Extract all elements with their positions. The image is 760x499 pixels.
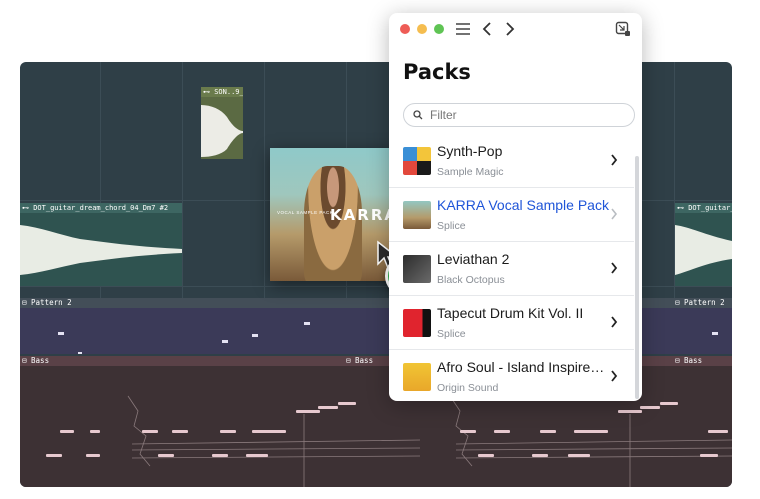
pack-vendor: Sample Magic bbox=[437, 166, 504, 178]
pack-list: Synth-Pop Sample Magic KARRA Vocal Sampl… bbox=[389, 136, 642, 401]
chevron-right-icon bbox=[611, 154, 618, 166]
bass-track-label: ⊟ Bass bbox=[22, 356, 50, 365]
pattern-note bbox=[58, 332, 64, 335]
pattern-track-label: ⊟ Pattern 2 bbox=[22, 298, 72, 307]
artwork-title: KARRA bbox=[330, 206, 398, 224]
bass-note bbox=[142, 430, 158, 433]
pack-vendor: Origin Sound bbox=[437, 382, 499, 394]
bass-note bbox=[640, 406, 660, 409]
bass-note bbox=[494, 430, 510, 433]
chevron-right-icon bbox=[611, 370, 618, 382]
clip-label: ⊷ SON..9_F bbox=[201, 87, 243, 97]
pack-name: Tapecut Drum Kit Vol. II bbox=[437, 305, 584, 321]
pack-vendor: Splice bbox=[437, 220, 466, 232]
filter-input[interactable] bbox=[403, 103, 635, 127]
list-scrollbar[interactable] bbox=[635, 156, 639, 399]
bass-note bbox=[318, 406, 338, 409]
audio-clip-son[interactable]: ⊷ SON..9_F bbox=[201, 87, 243, 159]
pack-name: Afro Soul - Island Inspired Melodies bbox=[437, 359, 612, 375]
pack-name: Leviathan 2 bbox=[437, 251, 510, 267]
pattern-note bbox=[78, 352, 82, 354]
pack-thumbnail bbox=[403, 363, 431, 391]
forward-icon[interactable] bbox=[500, 19, 520, 39]
bass-note bbox=[296, 410, 320, 413]
bass-note bbox=[532, 454, 548, 457]
bass-note bbox=[90, 430, 100, 433]
clip-label: ⊷ DOT_guitar_c bbox=[675, 203, 732, 213]
list-item[interactable]: Leviathan 2 Black Octopus bbox=[389, 242, 634, 296]
bass-note bbox=[86, 454, 100, 457]
pack-thumbnail bbox=[403, 201, 431, 229]
bass-note bbox=[60, 430, 74, 433]
pack-thumbnail bbox=[403, 255, 431, 283]
bass-note bbox=[460, 430, 476, 433]
bass-note bbox=[568, 454, 590, 457]
list-item[interactable]: Afro Soul - Island Inspired Melodies Ori… bbox=[389, 350, 634, 401]
grid-line bbox=[264, 62, 265, 298]
bass-note bbox=[700, 454, 718, 457]
close-window-button[interactable] bbox=[400, 24, 410, 34]
menu-icon[interactable] bbox=[453, 19, 473, 39]
chevron-right-icon bbox=[611, 262, 618, 274]
waveform bbox=[20, 225, 182, 275]
search-icon bbox=[413, 110, 423, 120]
pattern-note bbox=[252, 334, 258, 337]
pattern-track-label: ⊟ Pattern 2 bbox=[675, 298, 725, 307]
title-bar bbox=[389, 13, 642, 45]
bass-note bbox=[618, 410, 642, 413]
pattern-note bbox=[222, 340, 228, 343]
page-title: Packs bbox=[403, 60, 471, 84]
bass-note bbox=[338, 402, 356, 405]
waveform bbox=[675, 225, 732, 275]
waveform bbox=[201, 105, 243, 157]
pattern-note bbox=[304, 322, 310, 325]
artwork-subtitle: VOCAL SAMPLE PACK bbox=[277, 210, 334, 215]
pack-thumbnail bbox=[403, 147, 431, 175]
bass-note bbox=[46, 454, 62, 457]
bass-note bbox=[660, 402, 678, 405]
pack-name: Synth-Pop bbox=[437, 143, 503, 159]
bass-note bbox=[212, 454, 228, 457]
audio-clip-guitar-repeat[interactable]: ⊷ DOT_guitar_c bbox=[675, 203, 732, 286]
list-item[interactable]: KARRA Vocal Sample Pack Splice bbox=[389, 188, 634, 242]
bass-track-label: ⊟ Bass bbox=[675, 356, 703, 365]
bass-note bbox=[246, 454, 268, 457]
pattern-note bbox=[712, 332, 718, 335]
bass-note bbox=[158, 454, 174, 457]
pack-thumbnail bbox=[403, 309, 431, 337]
bass-note bbox=[220, 430, 236, 433]
pack-vendor: Splice bbox=[437, 328, 466, 340]
chevron-right-icon bbox=[611, 316, 618, 328]
back-icon[interactable] bbox=[477, 19, 497, 39]
bass-note bbox=[478, 454, 494, 457]
bass-track-label: ⊟ Bass bbox=[346, 356, 374, 365]
list-item[interactable]: Tapecut Drum Kit Vol. II Splice bbox=[389, 296, 634, 350]
grid-line bbox=[182, 62, 183, 298]
bass-note bbox=[708, 430, 728, 433]
bass-note bbox=[172, 430, 188, 433]
bass-note bbox=[252, 430, 286, 433]
packs-panel: Packs Synth-Pop Sample Magic KARRA Vocal… bbox=[389, 13, 642, 401]
minimize-window-button[interactable] bbox=[417, 24, 427, 34]
chevron-right-icon bbox=[611, 208, 618, 220]
clip-label: ⊷ DOT_guitar_dream_chord_04_Dm7 #2 bbox=[20, 203, 182, 213]
collapse-window-icon[interactable] bbox=[613, 19, 633, 39]
zoom-window-button[interactable] bbox=[434, 24, 444, 34]
list-item[interactable]: Synth-Pop Sample Magic bbox=[389, 136, 634, 188]
pack-vendor: Black Octopus bbox=[437, 274, 505, 286]
bass-note bbox=[574, 430, 608, 433]
audio-clip-guitar[interactable]: ⊷ DOT_guitar_dream_chord_04_Dm7 #2 bbox=[20, 203, 182, 286]
pack-name: KARRA Vocal Sample Pack bbox=[437, 197, 609, 213]
bass-note bbox=[540, 430, 556, 433]
